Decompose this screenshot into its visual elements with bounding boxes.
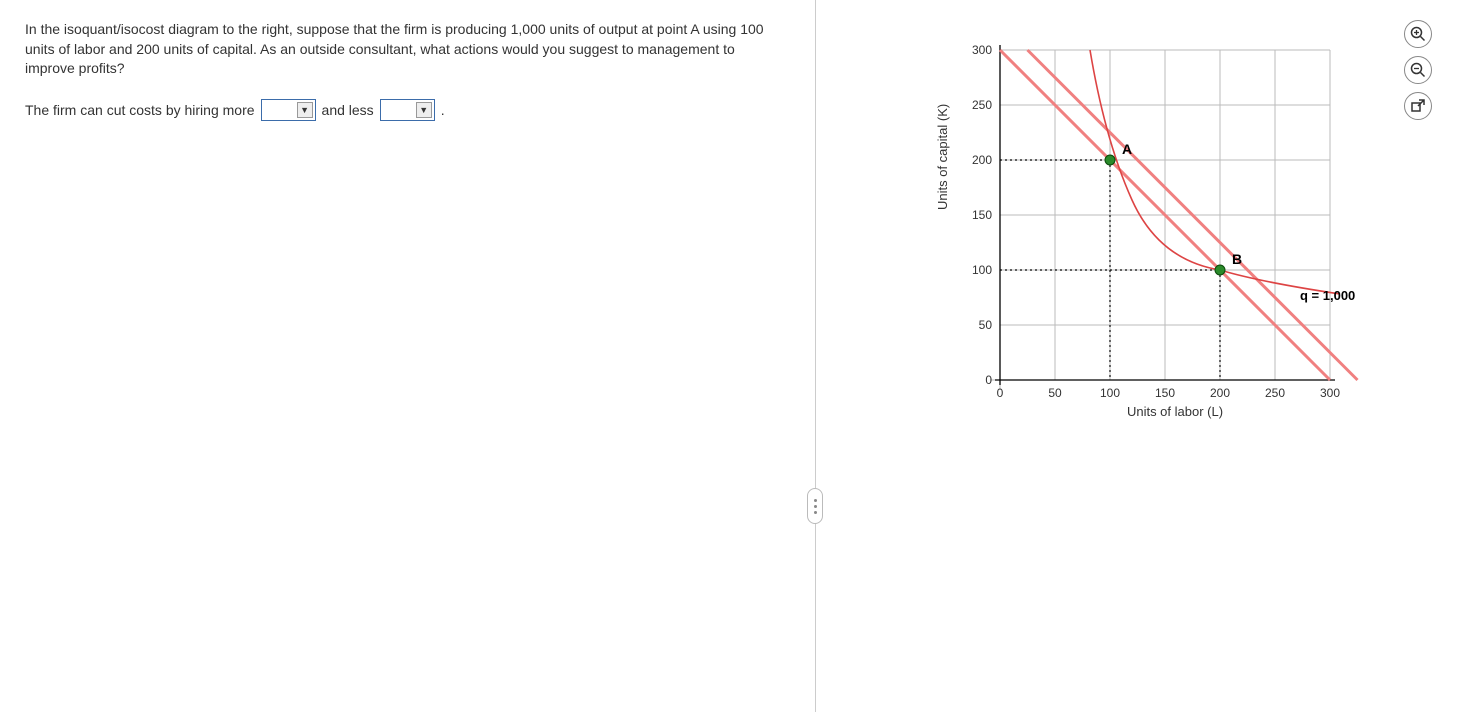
ytick-250: 250 [972,98,992,112]
ytick-0: 0 [985,373,992,387]
ytick-100: 100 [972,263,992,277]
answer-suffix: . [441,102,445,118]
zoom-out-button[interactable] [1404,56,1432,84]
point-a-label: A [1122,141,1132,157]
zoom-out-icon [1410,62,1426,78]
xtick-300: 300 [1320,386,1340,400]
y-axis-label: Units of capital (K) [935,104,950,210]
chart-controls [1404,20,1432,120]
question-paragraph: In the isoquant/isocost diagram to the r… [25,20,780,79]
dropdown-less[interactable]: ▼ [380,99,435,121]
xtick-50: 50 [1048,386,1062,400]
answer-prefix: The firm can cut costs by hiring more [25,102,255,118]
isoquant-label: q = 1,000 [1300,288,1355,303]
answer-mid: and less [322,102,374,118]
isoquant-curve [1090,50,1340,294]
xtick-0: 0 [997,386,1004,400]
xtick-100: 100 [1100,386,1120,400]
point-b-label: B [1232,251,1242,267]
question-panel: In the isoquant/isocost diagram to the r… [0,0,805,712]
drag-handle[interactable] [807,488,823,524]
xtick-250: 250 [1265,386,1285,400]
expand-icon [1411,99,1425,113]
xtick-200: 200 [1210,386,1230,400]
ytick-50: 50 [979,318,993,332]
zoom-in-icon [1410,26,1426,42]
chevron-down-icon: ▼ [416,102,432,118]
xtick-150: 150 [1155,386,1175,400]
expand-button[interactable] [1404,92,1432,120]
ytick-150: 150 [972,208,992,222]
chevron-down-icon: ▼ [297,102,313,118]
ytick-300: 300 [972,43,992,57]
divider [805,0,825,712]
point-a [1105,155,1115,165]
answer-line: The firm can cut costs by hiring more ▼ … [25,99,780,121]
point-b [1215,265,1225,275]
divider-line [815,0,816,712]
dropdown-more[interactable]: ▼ [261,99,316,121]
ytick-200: 200 [972,153,992,167]
zoom-in-button[interactable] [1404,20,1432,48]
isoquant-chart: 0 50 100 150 200 250 300 0 50 100 150 [965,40,1395,400]
chart-panel: Units of capital (K) [825,0,1457,712]
chart-wrapper: Units of capital (K) [965,40,1395,419]
x-axis-label: Units of labor (L) [995,404,1355,419]
